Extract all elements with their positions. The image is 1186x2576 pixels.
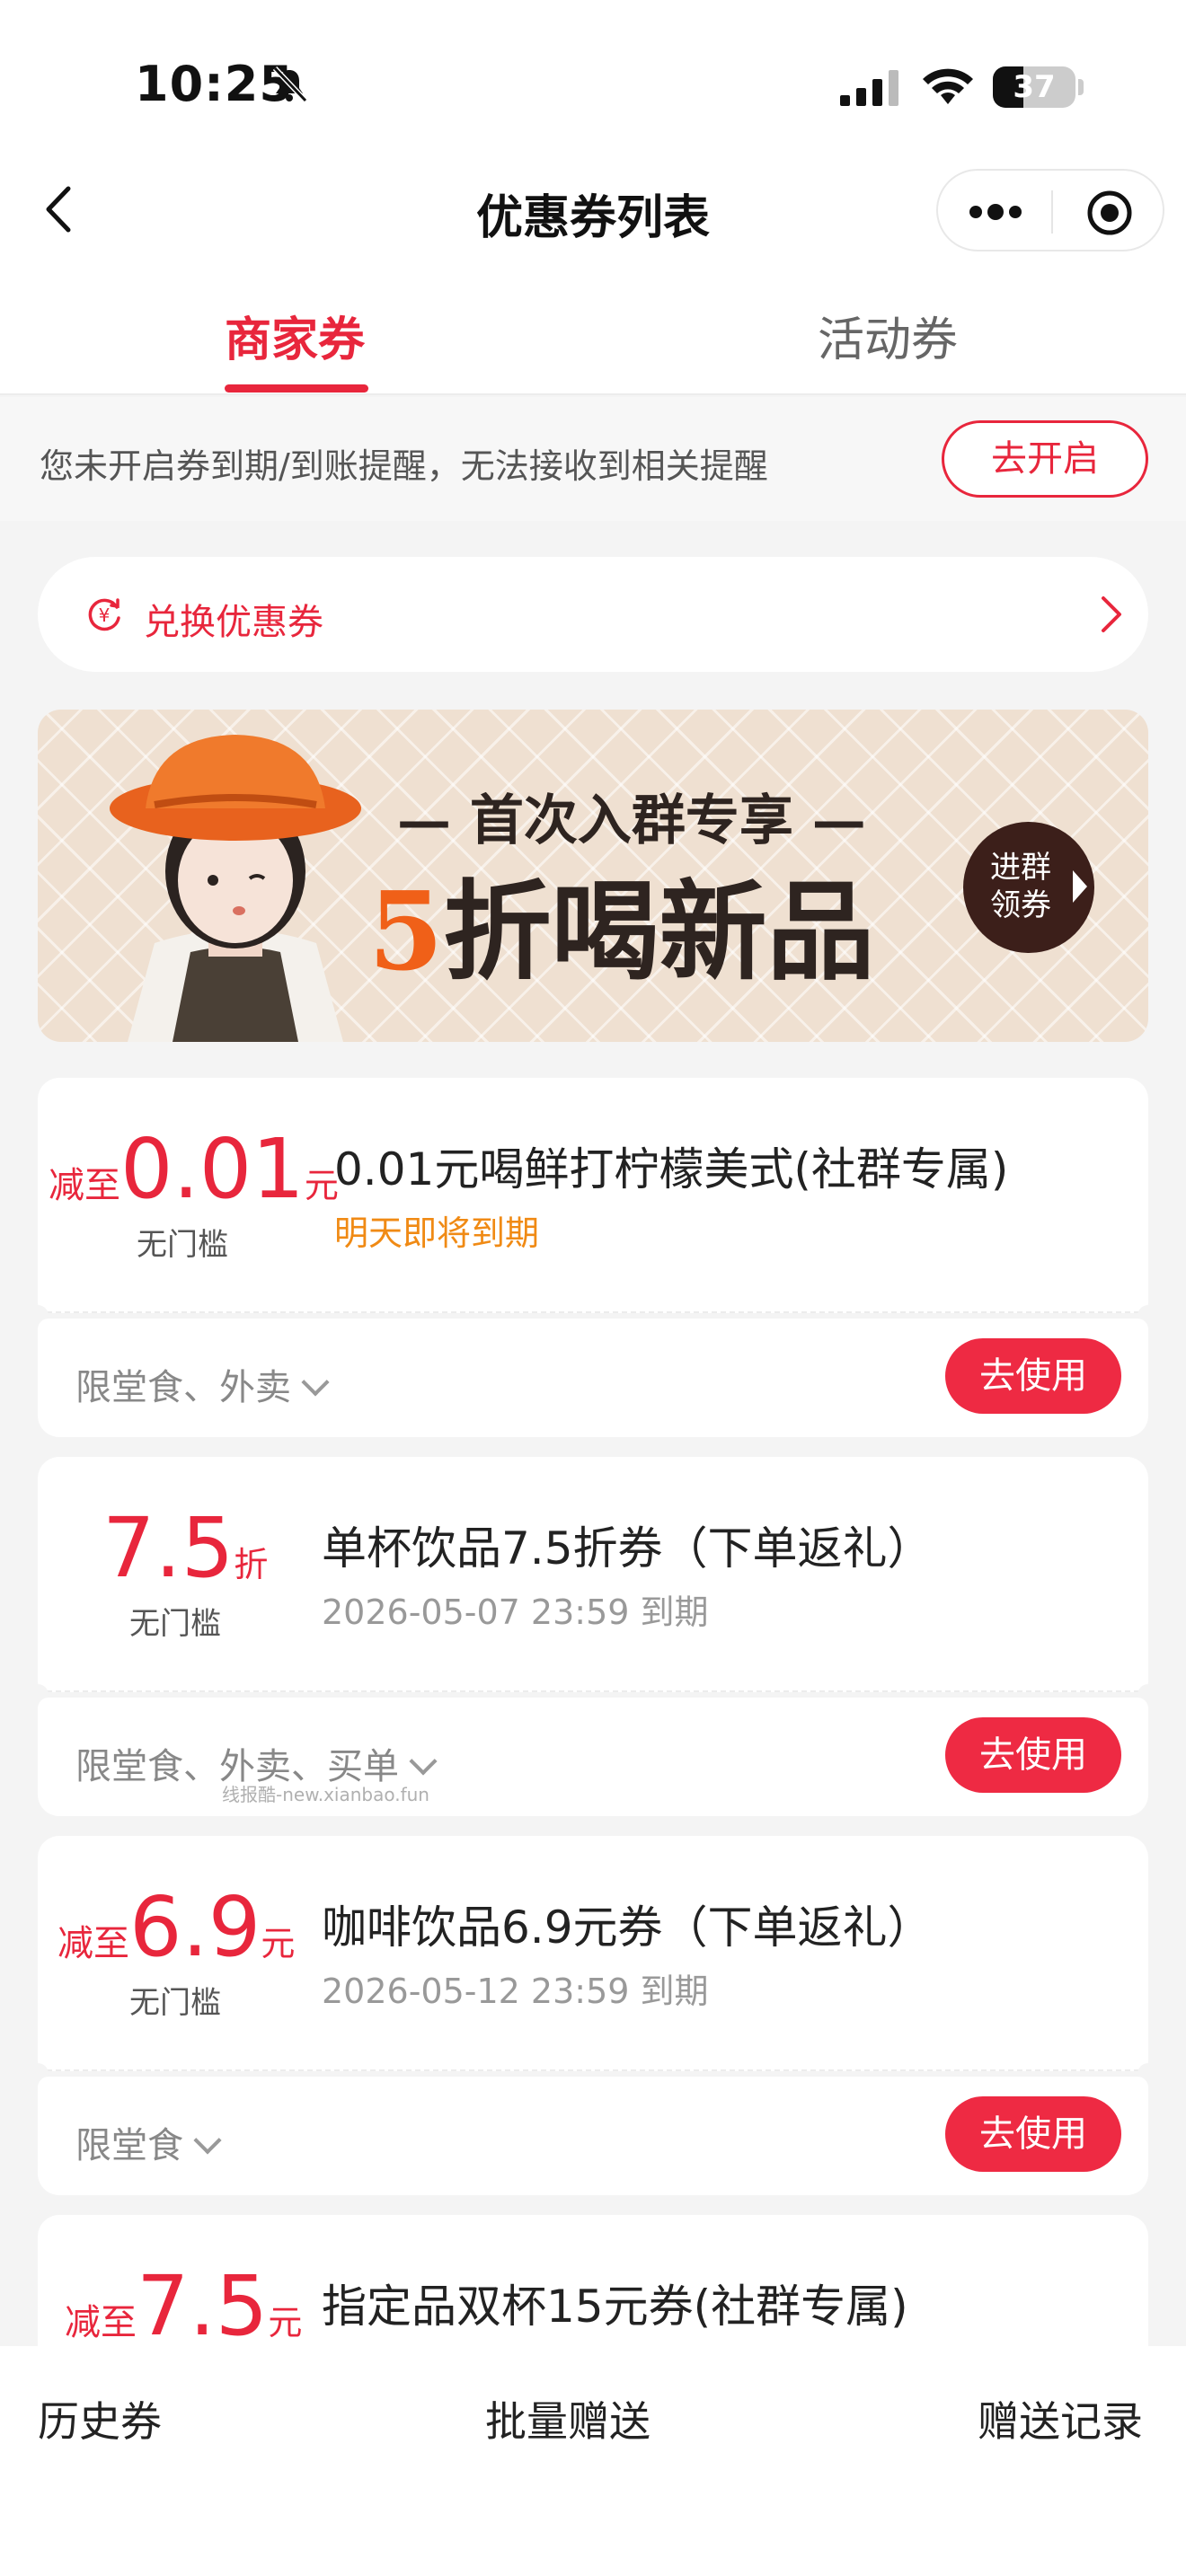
- coupon-title: 0.01元喝鲜打柠檬美式(社群专属): [334, 1143, 1009, 1195]
- coupon-card-bottom: 限堂食、外卖 去使用: [38, 1319, 1148, 1437]
- chevron-down-icon: [193, 2126, 222, 2155]
- history-coupons-button[interactable]: 历史券: [38, 2389, 162, 2448]
- banner-subtitle: — 首次入群专享 —: [397, 790, 866, 852]
- coupon-threshold: 无门槛: [129, 1606, 221, 1642]
- coupon-amount: 减至6.9元: [58, 1879, 295, 1975]
- banner-headline-text: 折喝新品: [443, 869, 875, 995]
- cellular-signal-icon: [840, 70, 898, 106]
- chevron-down-icon: [409, 1747, 438, 1776]
- battery-percent: 37: [1013, 69, 1056, 105]
- coupon-amount-value: 0.01: [120, 1121, 305, 1217]
- coupon-scope: 限堂食: [75, 2125, 183, 2166]
- coupon-card: 减至0.01元 无门槛 0.01元喝鲜打柠檬美式(社群专属) 明天即将到期 限堂…: [27, 1078, 1159, 1437]
- coupon-amount: 减至7.5元: [65, 2258, 302, 2354]
- wifi-icon: [923, 68, 973, 104]
- enable-reminder-button[interactable]: 去开启: [942, 420, 1148, 498]
- coupon-scope-dropdown[interactable]: 限堂食: [75, 2116, 222, 2168]
- exchange-coupon-row[interactable]: ¥ 兑换优惠券: [38, 557, 1148, 672]
- coupon-amount: 7.5折: [102, 1500, 268, 1596]
- watermark-text: 线报酷-new.xianbao.fun: [222, 1784, 429, 1805]
- battery-cap: [1078, 79, 1084, 95]
- coupon-title: 单杯饮品7.5折券（下单返礼）: [322, 1522, 933, 1575]
- coupon-amount: 减至0.01元: [49, 1121, 339, 1217]
- coupon-amount-value: 7.5: [137, 2258, 269, 2354]
- coupon-card-top: 7.5折 无门槛 单杯饮品7.5折券（下单返礼） 2026-05-07 23:5…: [38, 1457, 1148, 1692]
- bottom-action-bar: 历史券 批量赠送 赠送记录: [0, 2346, 1186, 2576]
- bell-muted-icon: [272, 66, 308, 103]
- reminder-text: 您未开启券到期/到账提醒，无法接收到相关提醒: [40, 446, 768, 486]
- play-arrow-icon: [1073, 870, 1087, 903]
- join-group-line2: 领券: [990, 887, 1051, 923]
- coupon-scope-dropdown[interactable]: 限堂食、外卖: [75, 1358, 330, 1410]
- join-group-line1: 进群: [990, 850, 1051, 886]
- coupon-expiry: 2026-05-12 23:59 到期: [322, 1972, 709, 2011]
- exchange-coupon-label: 兑换优惠券: [144, 602, 323, 643]
- nav-bar: 优惠券列表: [0, 153, 1186, 269]
- use-coupon-button[interactable]: 去使用: [945, 1338, 1121, 1414]
- coupon-amount-value: 6.9: [129, 1879, 261, 1975]
- coupon-card: 7.5折 无门槛 单杯饮品7.5折券（下单返礼） 2026-05-07 23:5…: [27, 1457, 1159, 1816]
- batch-gift-button[interactable]: 批量赠送: [485, 2389, 651, 2448]
- coupon-tabs: 商家券 活动券: [0, 269, 1186, 395]
- coupon-title: 咖啡饮品6.9元券（下单返礼）: [322, 1901, 933, 1954]
- coupon-card-bottom: 限堂食、外卖、买单 线报酷-new.xianbao.fun 去使用: [38, 1698, 1148, 1816]
- reminder-banner: 您未开启券到期/到账提醒，无法接收到相关提醒 去开启: [0, 397, 1186, 521]
- coupon-card-bottom: 限堂食 去使用: [38, 2077, 1148, 2195]
- more-dots-icon[interactable]: [967, 198, 1024, 226]
- promo-banner[interactable]: — 首次入群专享 — 5折喝新品 进群 领券: [38, 710, 1148, 1042]
- mascot-figure-image: [110, 735, 361, 1042]
- chevron-right-icon: [1102, 596, 1121, 632]
- join-group-button[interactable]: 进群 领券: [963, 822, 1094, 953]
- coupon-amount-unit: 折: [234, 1545, 269, 1584]
- tab-activity-coupons[interactable]: 活动券: [818, 302, 958, 369]
- banner-headline: 5折喝新品: [368, 844, 875, 1001]
- coupon-amount-prefix: 减至: [58, 1923, 129, 1964]
- capsule-divider: [1051, 190, 1053, 234]
- coupon-amount-prefix: 减至: [65, 2302, 137, 2343]
- mini-program-capsule: [936, 169, 1164, 251]
- chevron-down-icon: [301, 1368, 330, 1397]
- coupon-card: 减至6.9元 无门槛 咖啡饮品6.9元券（下单返礼） 2026-05-12 23…: [27, 1836, 1159, 2195]
- coupon-amount-unit: 元: [261, 1924, 296, 1963]
- coupon-threshold: 无门槛: [129, 1985, 221, 2021]
- coupon-card-top: 减至6.9元 无门槛 咖啡饮品6.9元券（下单返礼） 2026-05-12 23…: [38, 1836, 1148, 2071]
- status-bar: 10:25 37: [0, 0, 1186, 171]
- use-coupon-button[interactable]: 去使用: [945, 2096, 1121, 2172]
- coupon-title: 指定品双杯15元券(社群专属): [322, 2280, 908, 2333]
- gift-record-button[interactable]: 赠送记录: [978, 2389, 1143, 2448]
- coupon-amount-prefix: 减至: [49, 1165, 120, 1206]
- coupon-scope: 限堂食、外卖: [75, 1367, 291, 1408]
- svg-text:¥: ¥: [99, 604, 111, 626]
- coupon-amount-value: 7.5: [102, 1500, 235, 1596]
- coupon-expiry: 2026-05-07 23:59 到期: [322, 1592, 709, 1632]
- coupon-amount-unit: 元: [268, 2303, 303, 2342]
- battery-icon: 37: [993, 66, 1075, 108]
- coupon-card-top: 减至0.01元 无门槛 0.01元喝鲜打柠檬美式(社群专属) 明天即将到期: [38, 1078, 1148, 1313]
- coupon-threshold: 无门槛: [137, 1227, 228, 1263]
- target-circle-icon[interactable]: [1085, 189, 1134, 237]
- use-coupon-button[interactable]: 去使用: [945, 1717, 1121, 1793]
- coupon-expiry: 明天即将到期: [334, 1213, 540, 1253]
- yuan-exchange-icon: ¥: [88, 598, 120, 631]
- banner-discount-number: 5: [368, 869, 444, 995]
- tab-active-indicator: [225, 384, 368, 393]
- tab-merchant-coupons[interactable]: 商家券: [225, 302, 365, 369]
